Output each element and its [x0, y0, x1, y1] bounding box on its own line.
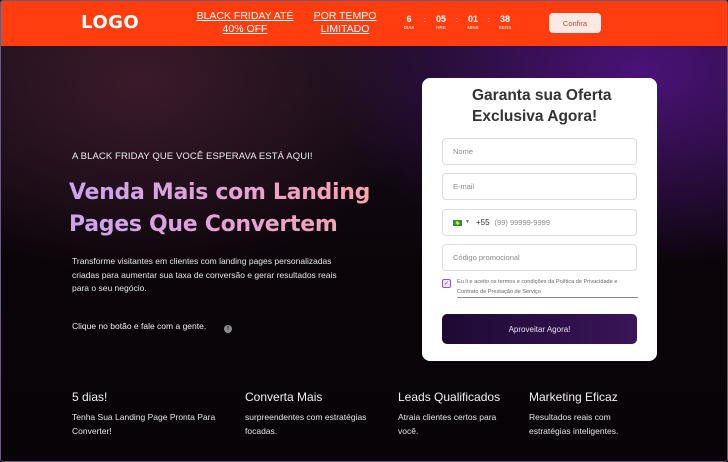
countdown-separator: : [455, 15, 459, 24]
feature-title: Marketing Eficaz [529, 390, 618, 404]
hero-headline: Venda Mais com Landing Pages Que Convert… [69, 177, 389, 241]
phone-input[interactable] [494, 218, 636, 227]
consent-checkbox[interactable]: ✓ [442, 279, 451, 288]
email-input[interactable] [453, 182, 636, 191]
phone-dial-code: +55 [475, 218, 490, 227]
feature-title: 5 dias! [72, 390, 108, 404]
submit-offer-button[interactable]: Aproveitar Agora! [442, 314, 637, 344]
feature-card: Marketing Eficaz Resultados reais com es… [529, 390, 649, 438]
countdown-separator: : [487, 15, 491, 24]
countdown-days-label: DIAS [403, 25, 415, 30]
countdown-hours: 05 HRS [429, 14, 453, 30]
feature-card: 5 dias! Tenha Sua Landing Page Pronta Pa… [72, 390, 232, 438]
name-input[interactable] [453, 147, 636, 156]
countdown-minutes-value: 01 [467, 14, 478, 24]
feature-card: Converta Mais surpreendentes com estraté… [245, 390, 385, 438]
black-friday-promo-link[interactable]: BLACK FRIDAY ATÉ 40% OFF [194, 10, 296, 36]
name-field[interactable] [442, 138, 637, 165]
countdown-minutes: 01 MINS [461, 14, 485, 30]
feature-title: Leads Qualificados [398, 390, 501, 404]
countdown-seconds-value: 38 [499, 14, 510, 24]
countdown-timer: 6 DIAS : 05 HRS : 01 MINS : 38 SEGS [397, 14, 517, 30]
top-bar: LOGO BLACK FRIDAY ATÉ 40% OFF POR TEMPO … [1, 1, 727, 46]
feature-text: surpreendentes com estratégias focadas. [245, 412, 367, 436]
countdown-seconds: 38 SEGS [493, 14, 517, 30]
hero-cta-text: Clique no botão e fale com a gente. [72, 321, 207, 331]
countdown-hours-label: HRS [436, 25, 446, 30]
email-field[interactable] [442, 173, 637, 200]
consent-text[interactable]: Eu li e aceito os termos e condições da … [457, 278, 638, 298]
feature-text: Atraia clientes certos para você. [398, 412, 497, 436]
form-title: Garanta sua Oferta Exclusiva Agora! [472, 87, 612, 125]
feature-text: Resultados reais com estratégias intelig… [529, 412, 619, 436]
feature-card: Leads Qualificados Atraia clientes certo… [398, 390, 518, 438]
page-frame: LOGO BLACK FRIDAY ATÉ 40% OFF POR TEMPO … [0, 0, 728, 462]
countdown-minutes-label: MINS [467, 25, 479, 30]
feature-text: Tenha Sua Landing Page Pronta Para Conve… [72, 412, 216, 436]
hero-description: Transforme visitantes em clientes com la… [72, 256, 337, 293]
feature-title: Converta Mais [245, 390, 323, 404]
chevron-down-icon[interactable]: ▼ [465, 210, 470, 235]
logo[interactable]: LOGO [81, 12, 139, 33]
consent-row: ✓ Eu li e aceito os termos e condições d… [442, 278, 638, 298]
phone-field[interactable]: ▼ +55 [442, 209, 637, 236]
hero-kicker: A BLACK FRIDAY QUE VOCÊ ESPERAVA ESTÁ AQ… [72, 151, 313, 162]
offer-form: Garanta sua Oferta Exclusiva Agora! ▼ +5… [422, 78, 657, 361]
countdown-seconds-label: SEGS [498, 25, 512, 30]
info-icon[interactable]: ! [224, 325, 232, 333]
confirm-button[interactable]: Confira [549, 13, 601, 33]
countdown-hours-value: 05 [435, 14, 446, 24]
limited-time-promo-link[interactable]: POR TEMPO LIMITADO [311, 10, 379, 36]
countdown-separator: : [423, 15, 427, 24]
promo-code-input[interactable] [453, 253, 636, 262]
brazil-flag-icon[interactable] [453, 219, 462, 226]
promo-code-field[interactable] [442, 244, 637, 271]
countdown-days-value: 6 [406, 14, 412, 24]
countdown-days: 6 DIAS [397, 14, 421, 30]
